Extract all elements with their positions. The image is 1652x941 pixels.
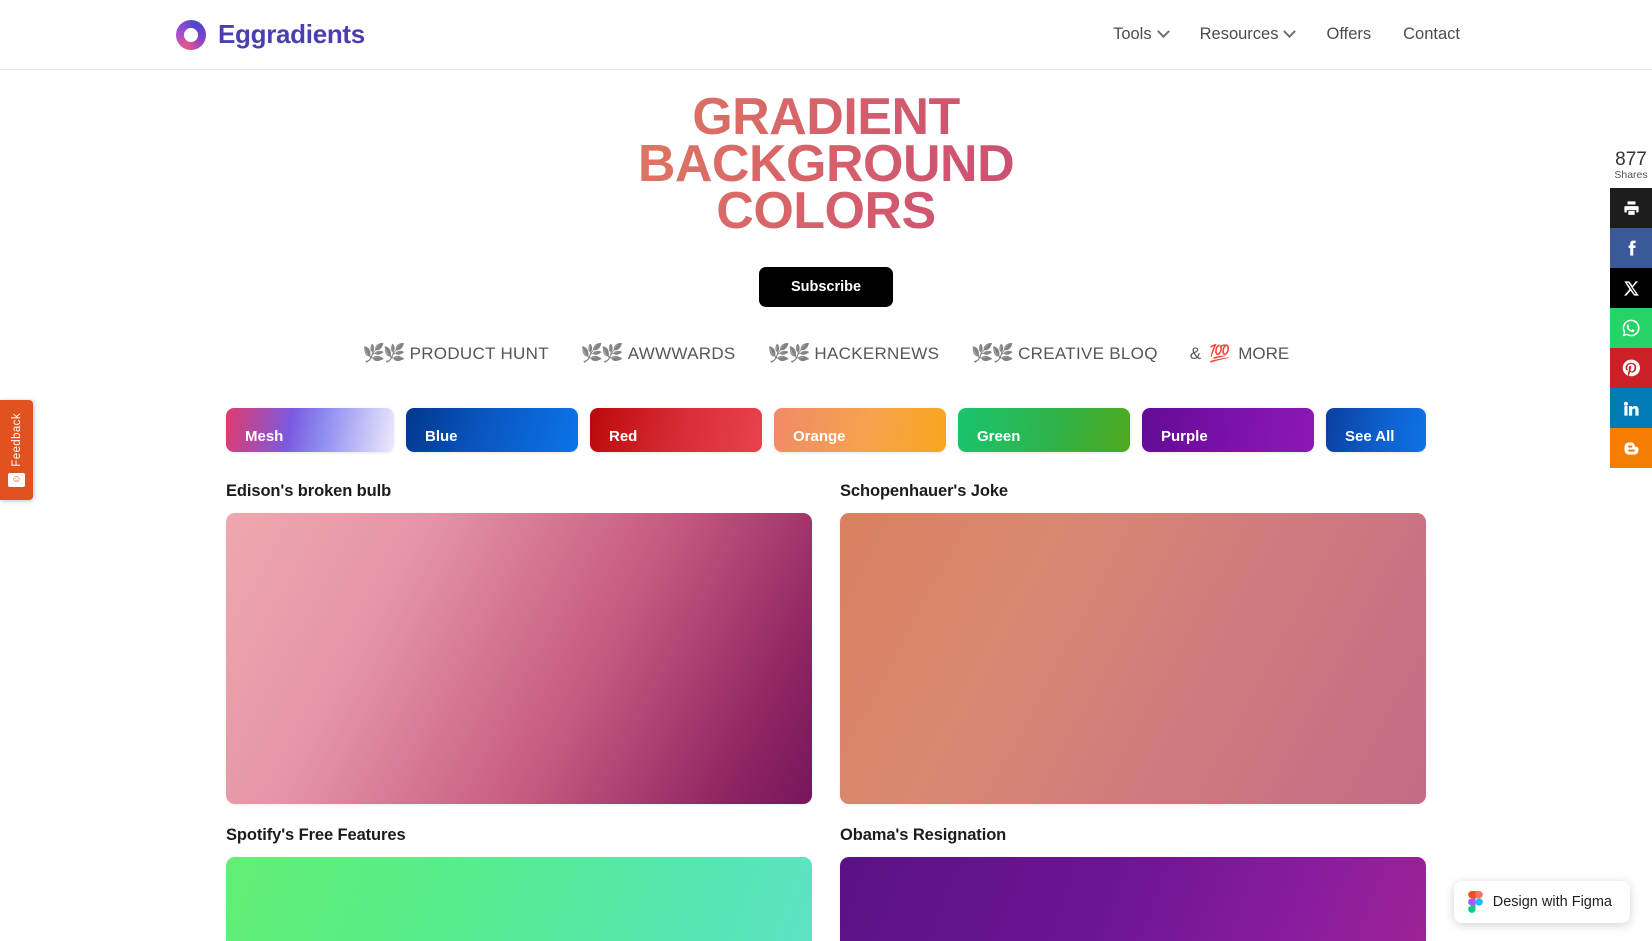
subscribe-container: Subscribe bbox=[0, 267, 1652, 307]
figma-icon bbox=[1467, 891, 1483, 913]
gradient-card: Spotify's Free Features bbox=[226, 826, 812, 941]
laurel-wreath-icon: 🌿🌿 bbox=[362, 343, 406, 363]
award-creative-bloq[interactable]: 🌿🌿 CREATIVE BLOQ bbox=[971, 343, 1157, 364]
facebook-icon bbox=[1628, 240, 1636, 256]
nav-label: Offers bbox=[1326, 25, 1372, 43]
gradient-card-title: Schopenhauer's Joke bbox=[840, 482, 1008, 500]
category-button-red[interactable]: Red bbox=[590, 408, 762, 452]
hundred-points-icon: 💯 bbox=[1209, 343, 1231, 363]
award-awwwards[interactable]: 🌿🌿 AWWWARDS bbox=[581, 343, 736, 364]
gradient-card: Edison's broken bulb bbox=[226, 482, 812, 804]
laurel-wreath-icon: 🌿🌿 bbox=[971, 343, 1014, 363]
subscribe-button[interactable]: Subscribe bbox=[758, 267, 894, 307]
nav-item-tools[interactable]: Tools bbox=[1097, 19, 1184, 50]
x-twitter-icon bbox=[1623, 280, 1639, 296]
gradient-card-title: Spotify's Free Features bbox=[226, 826, 406, 844]
laurel-wreath-icon: 🌿🌿 bbox=[767, 343, 811, 363]
category-button-blue[interactable]: Blue bbox=[406, 408, 578, 452]
award-label: HACKERNEWS bbox=[814, 343, 940, 363]
page-title-line-3: COLORS bbox=[716, 182, 936, 240]
share-button-blogger[interactable] bbox=[1610, 428, 1652, 468]
nav-label: Tools bbox=[1113, 25, 1152, 43]
laurel-wreath-icon: 🌿🌿 bbox=[580, 343, 624, 363]
category-button-orange[interactable]: Orange bbox=[774, 408, 946, 452]
page-title: GRADIENT BACKGROUND COLORS bbox=[546, 94, 1106, 235]
award-label: PRODUCT HUNT bbox=[409, 343, 549, 363]
share-button-whatsapp[interactable] bbox=[1610, 308, 1652, 348]
nav-item-contact[interactable]: Contact bbox=[1387, 19, 1476, 50]
nav-label: Contact bbox=[1403, 25, 1460, 43]
brand-name: Eggradients bbox=[218, 19, 365, 49]
category-filter-row: Mesh Blue Red Orange Green Purple See Al… bbox=[226, 408, 1426, 452]
share-count-label: Shares bbox=[1614, 169, 1648, 181]
share-button-facebook[interactable] bbox=[1610, 228, 1652, 268]
share-button-print[interactable] bbox=[1610, 188, 1652, 228]
awards-row: 🌿🌿 PRODUCT HUNT 🌿🌿 AWWWARDS 🌿🌿 HACKERNEW… bbox=[0, 343, 1652, 364]
main-navigation: Tools Resources Offers Contact bbox=[1097, 19, 1476, 50]
nav-label: Resources bbox=[1199, 25, 1279, 43]
category-button-see-all[interactable]: See All bbox=[1326, 408, 1426, 452]
award-label: CREATIVE BLOQ bbox=[1018, 343, 1158, 363]
category-button-purple[interactable]: Purple bbox=[1142, 408, 1314, 452]
brand-logo-link[interactable]: Eggradients bbox=[176, 19, 365, 50]
design-with-figma-badge[interactable]: Design with Figma bbox=[1453, 881, 1630, 923]
award-more-label: MORE bbox=[1238, 343, 1290, 363]
gradient-card-title: Edison's broken bulb bbox=[226, 482, 392, 500]
ampersand-text: & bbox=[1189, 343, 1202, 363]
award-label: AWWWARDS bbox=[627, 343, 736, 363]
share-button-linkedin[interactable] bbox=[1610, 388, 1652, 428]
whatsapp-icon bbox=[1622, 319, 1640, 337]
pinterest-icon bbox=[1622, 359, 1640, 377]
gradient-grid: Edison's broken bulb Schopenhauer's Joke… bbox=[226, 482, 1426, 941]
smiley-face-icon: ☺ bbox=[8, 473, 25, 488]
gradient-card: Schopenhauer's Joke bbox=[840, 482, 1426, 804]
award-product-hunt[interactable]: 🌿🌿 PRODUCT HUNT bbox=[363, 343, 549, 364]
share-button-pinterest[interactable] bbox=[1610, 348, 1652, 388]
category-button-mesh[interactable]: Mesh bbox=[226, 408, 394, 452]
gradient-card: Obama's Resignation bbox=[840, 826, 1426, 941]
share-count: 877 bbox=[1615, 149, 1647, 170]
share-rail: 877 Shares bbox=[1610, 150, 1652, 468]
feedback-tab[interactable]: Feedback ☺ bbox=[0, 400, 33, 500]
gradient-swatch-obamas-resignation[interactable] bbox=[840, 857, 1426, 941]
nav-item-resources[interactable]: Resources bbox=[1184, 19, 1311, 50]
print-icon bbox=[1623, 200, 1639, 215]
linkedin-icon bbox=[1623, 401, 1639, 416]
gradient-card-title: Obama's Resignation bbox=[840, 826, 1007, 844]
chevron-down-icon bbox=[1283, 25, 1297, 39]
nav-item-offers[interactable]: Offers bbox=[1310, 19, 1387, 50]
share-button-x-twitter[interactable] bbox=[1610, 268, 1652, 308]
award-more[interactable]: & 💯 MORE bbox=[1190, 344, 1290, 364]
feedback-label: Feedback bbox=[10, 412, 23, 467]
category-button-green[interactable]: Green bbox=[958, 408, 1130, 452]
eggradients-logo-icon bbox=[176, 19, 206, 50]
award-hackernews[interactable]: 🌿🌿 HACKERNEWS bbox=[768, 343, 940, 364]
hero-section: GRADIENT BACKGROUND COLORS Subscribe 🌿🌿 … bbox=[0, 70, 1652, 364]
figma-badge-label: Design with Figma bbox=[1492, 894, 1612, 910]
gradient-swatch-schopenhauers-joke[interactable] bbox=[840, 513, 1426, 804]
gradient-swatch-edisons-broken-bulb[interactable] bbox=[226, 513, 812, 804]
blogger-icon bbox=[1624, 441, 1638, 455]
gradient-swatch-spotifys-free-features[interactable] bbox=[226, 857, 812, 941]
site-header: Eggradients Tools Resources Offers Conta… bbox=[0, 0, 1652, 70]
chevron-down-icon bbox=[1156, 25, 1170, 39]
